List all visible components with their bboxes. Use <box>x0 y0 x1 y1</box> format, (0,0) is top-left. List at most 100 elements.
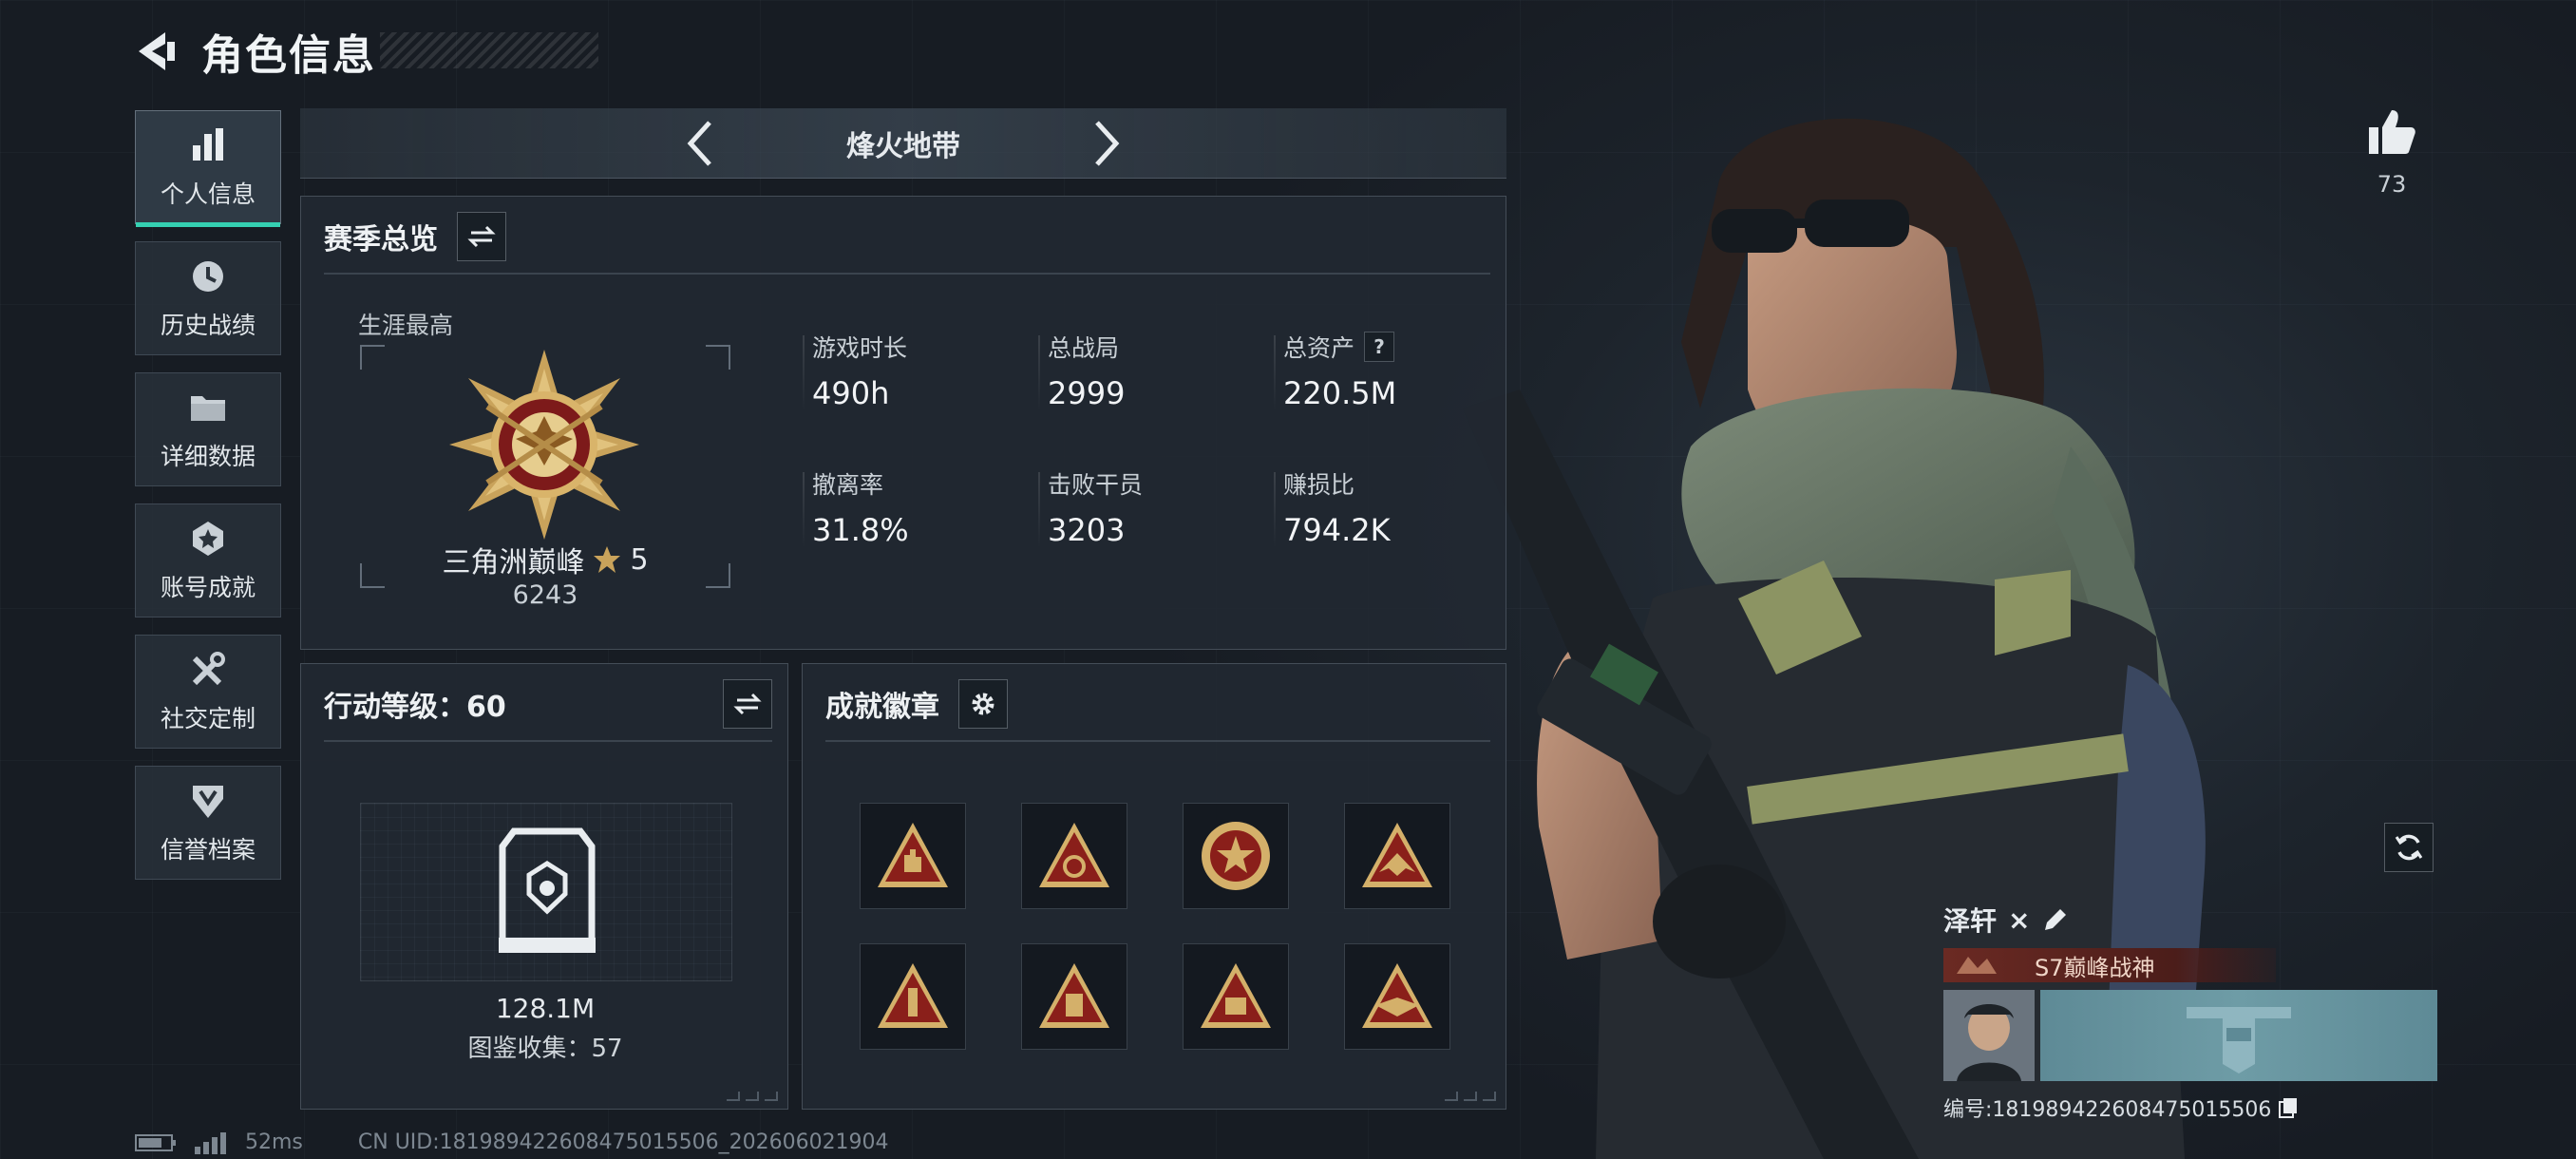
stat-label: 击败干员 <box>1048 471 1144 499</box>
rank-stars: 5 <box>630 542 649 577</box>
stat-total-matches: 总战局 2999 <box>1038 330 1279 411</box>
divider <box>324 273 1490 275</box>
rocket-badge-icon <box>878 963 948 1028</box>
season-overview-title: 赛季总览 <box>324 223 438 256</box>
hand-badge-icon <box>878 823 948 887</box>
avatar-portrait-icon <box>1943 990 2035 1081</box>
badge-item[interactable] <box>1183 943 1289 1050</box>
back-arrow-icon[interactable] <box>133 28 179 74</box>
achievement-icon <box>193 522 223 556</box>
sidebar-item-label: 信誉档案 <box>160 836 256 864</box>
sidebar-item-label: 个人信息 <box>160 180 256 208</box>
badge-item[interactable] <box>1183 803 1289 909</box>
career-best-label: 生涯最高 <box>358 312 454 339</box>
stat-profit-loss-ratio: 赚损比 794.2K <box>1274 466 1492 548</box>
title-decoration <box>380 32 598 68</box>
badges-settings-button[interactable] <box>958 679 1008 729</box>
player-name: 泽轩 <box>1943 905 1998 937</box>
help-icon[interactable]: ? <box>1364 332 1395 362</box>
stat-label: 总战局 <box>1048 334 1120 362</box>
bar-chart-icon <box>193 128 223 161</box>
season-overview-panel: 赛季总览 生涯最高 三角洲巅峰 5 6243 游戏时长 490h 总战局 299… <box>300 196 1506 650</box>
like-button[interactable]: 73 <box>2361 104 2422 198</box>
sidebar-item-history[interactable]: 历史战绩 <box>135 241 281 355</box>
battery-icon <box>135 1133 176 1151</box>
avatar[interactable] <box>1943 990 2035 1081</box>
title-emblem-icon <box>1957 957 1997 974</box>
refresh-icon <box>2395 834 2423 861</box>
page-title: 角色信息 <box>201 31 376 80</box>
sidebar-item-label: 账号成就 <box>160 574 256 601</box>
action-switch-button[interactable] <box>723 679 772 729</box>
mode-next-button[interactable] <box>1079 115 1136 172</box>
corner-decoration <box>727 1092 778 1101</box>
action-level-panel: 行动等级：60 128.1M 图鉴收集：57 <box>300 663 788 1110</box>
gear-icon <box>972 693 994 715</box>
chevron-left-icon <box>687 120 711 166</box>
stat-label: 赚损比 <box>1283 471 1355 499</box>
thumbs-up-icon <box>2369 110 2415 154</box>
mode-prev-button[interactable] <box>671 115 728 172</box>
rank-name-row: 三角洲巅峰 5 <box>360 539 730 580</box>
badges-title: 成就徽章 <box>825 691 939 724</box>
status-bar: 52ms CN UID:18198942260847501550​6_20260… <box>135 1130 889 1154</box>
badge-item[interactable] <box>860 943 966 1050</box>
divider <box>825 740 1490 742</box>
sidebar: 个人信息 历史战绩 详细数据 账号成就 社交定制 信誉档案 <box>135 110 281 880</box>
player-banner[interactable] <box>2040 990 2437 1081</box>
divider <box>324 740 772 742</box>
badge-item[interactable] <box>1021 943 1127 1050</box>
sidebar-item-personal-info[interactable]: 个人信息 <box>135 110 281 227</box>
wings-badge-icon <box>1362 963 1432 1028</box>
tools-icon <box>192 652 225 686</box>
corner-decoration <box>1445 1092 1496 1101</box>
edit-pencil-icon[interactable] <box>2041 905 2070 934</box>
sidebar-item-label: 历史战绩 <box>160 312 256 339</box>
crest-badge-icon <box>1039 823 1109 887</box>
folder-icon <box>191 396 225 421</box>
display-cabinet-icon <box>499 827 596 953</box>
stat-value: 3203 <box>1048 512 1126 548</box>
badge-item[interactable] <box>1344 943 1450 1050</box>
copy-icon[interactable] <box>2277 1096 2300 1119</box>
badge-item[interactable] <box>1344 803 1450 909</box>
signal-icon <box>195 1131 226 1154</box>
ping-value: 52ms <box>245 1130 303 1154</box>
stat-value: 794.2K <box>1283 512 1391 548</box>
s8-badge-icon <box>1201 963 1271 1028</box>
stat-value: 2999 <box>1048 375 1126 411</box>
stat-total-assets: 总资产 ? 220.5M <box>1274 330 1492 411</box>
player-name-suffix: × <box>2008 903 2031 936</box>
season-stats-grid: 游戏时长 490h 总战局 2999 总资产 ? 220.5M 撤离率 31.8… <box>803 330 1492 548</box>
player-uid-row: 编号:18198942260847501550​6 <box>1943 1092 2437 1123</box>
rotate-character-button[interactable] <box>2384 823 2434 872</box>
swap-icon <box>733 693 762 715</box>
stat-extraction-rate: 撤离率 31.8% <box>803 466 1044 548</box>
stat-label: 撤离率 <box>812 471 884 499</box>
sidebar-item-social-custom[interactable]: 社交定制 <box>135 635 281 749</box>
mode-title: 烽火地带 <box>846 129 960 163</box>
sidebar-item-achievements[interactable]: 账号成就 <box>135 504 281 618</box>
badge-item[interactable] <box>1021 803 1127 909</box>
season-switch-button[interactable] <box>457 212 506 261</box>
action-level-header: 行动等级：60 <box>324 679 772 729</box>
player-uid: 编号:18198942260847501550​6 <box>1943 1098 2272 1122</box>
rank-score: 6243 <box>512 580 578 610</box>
shield-icon <box>193 786 223 818</box>
star-icon <box>594 546 621 573</box>
badges-header: 成就徽章 <box>825 679 1008 729</box>
stat-value: 490h <box>812 375 890 411</box>
player-title: S7巅峰战神 <box>2035 954 2155 981</box>
sidebar-item-detailed-data[interactable]: 详细数据 <box>135 372 281 486</box>
stat-value: 31.8% <box>812 512 909 548</box>
stat-play-time: 游戏时长 490h <box>803 330 1044 411</box>
eagle-badge-icon <box>1362 823 1432 887</box>
badge-item[interactable] <box>860 803 966 909</box>
collection-value: 128.1M <box>495 993 596 1024</box>
sidebar-item-credit-record[interactable]: 信誉档案 <box>135 766 281 880</box>
mode-switcher: 烽火地带 <box>300 108 1506 179</box>
rank-frame: 三角洲巅峰 5 <box>360 345 730 588</box>
sidebar-item-label: 详细数据 <box>160 443 256 470</box>
stat-label: 游戏时长 <box>812 334 908 362</box>
page-header: 角色信息 <box>133 23 376 80</box>
